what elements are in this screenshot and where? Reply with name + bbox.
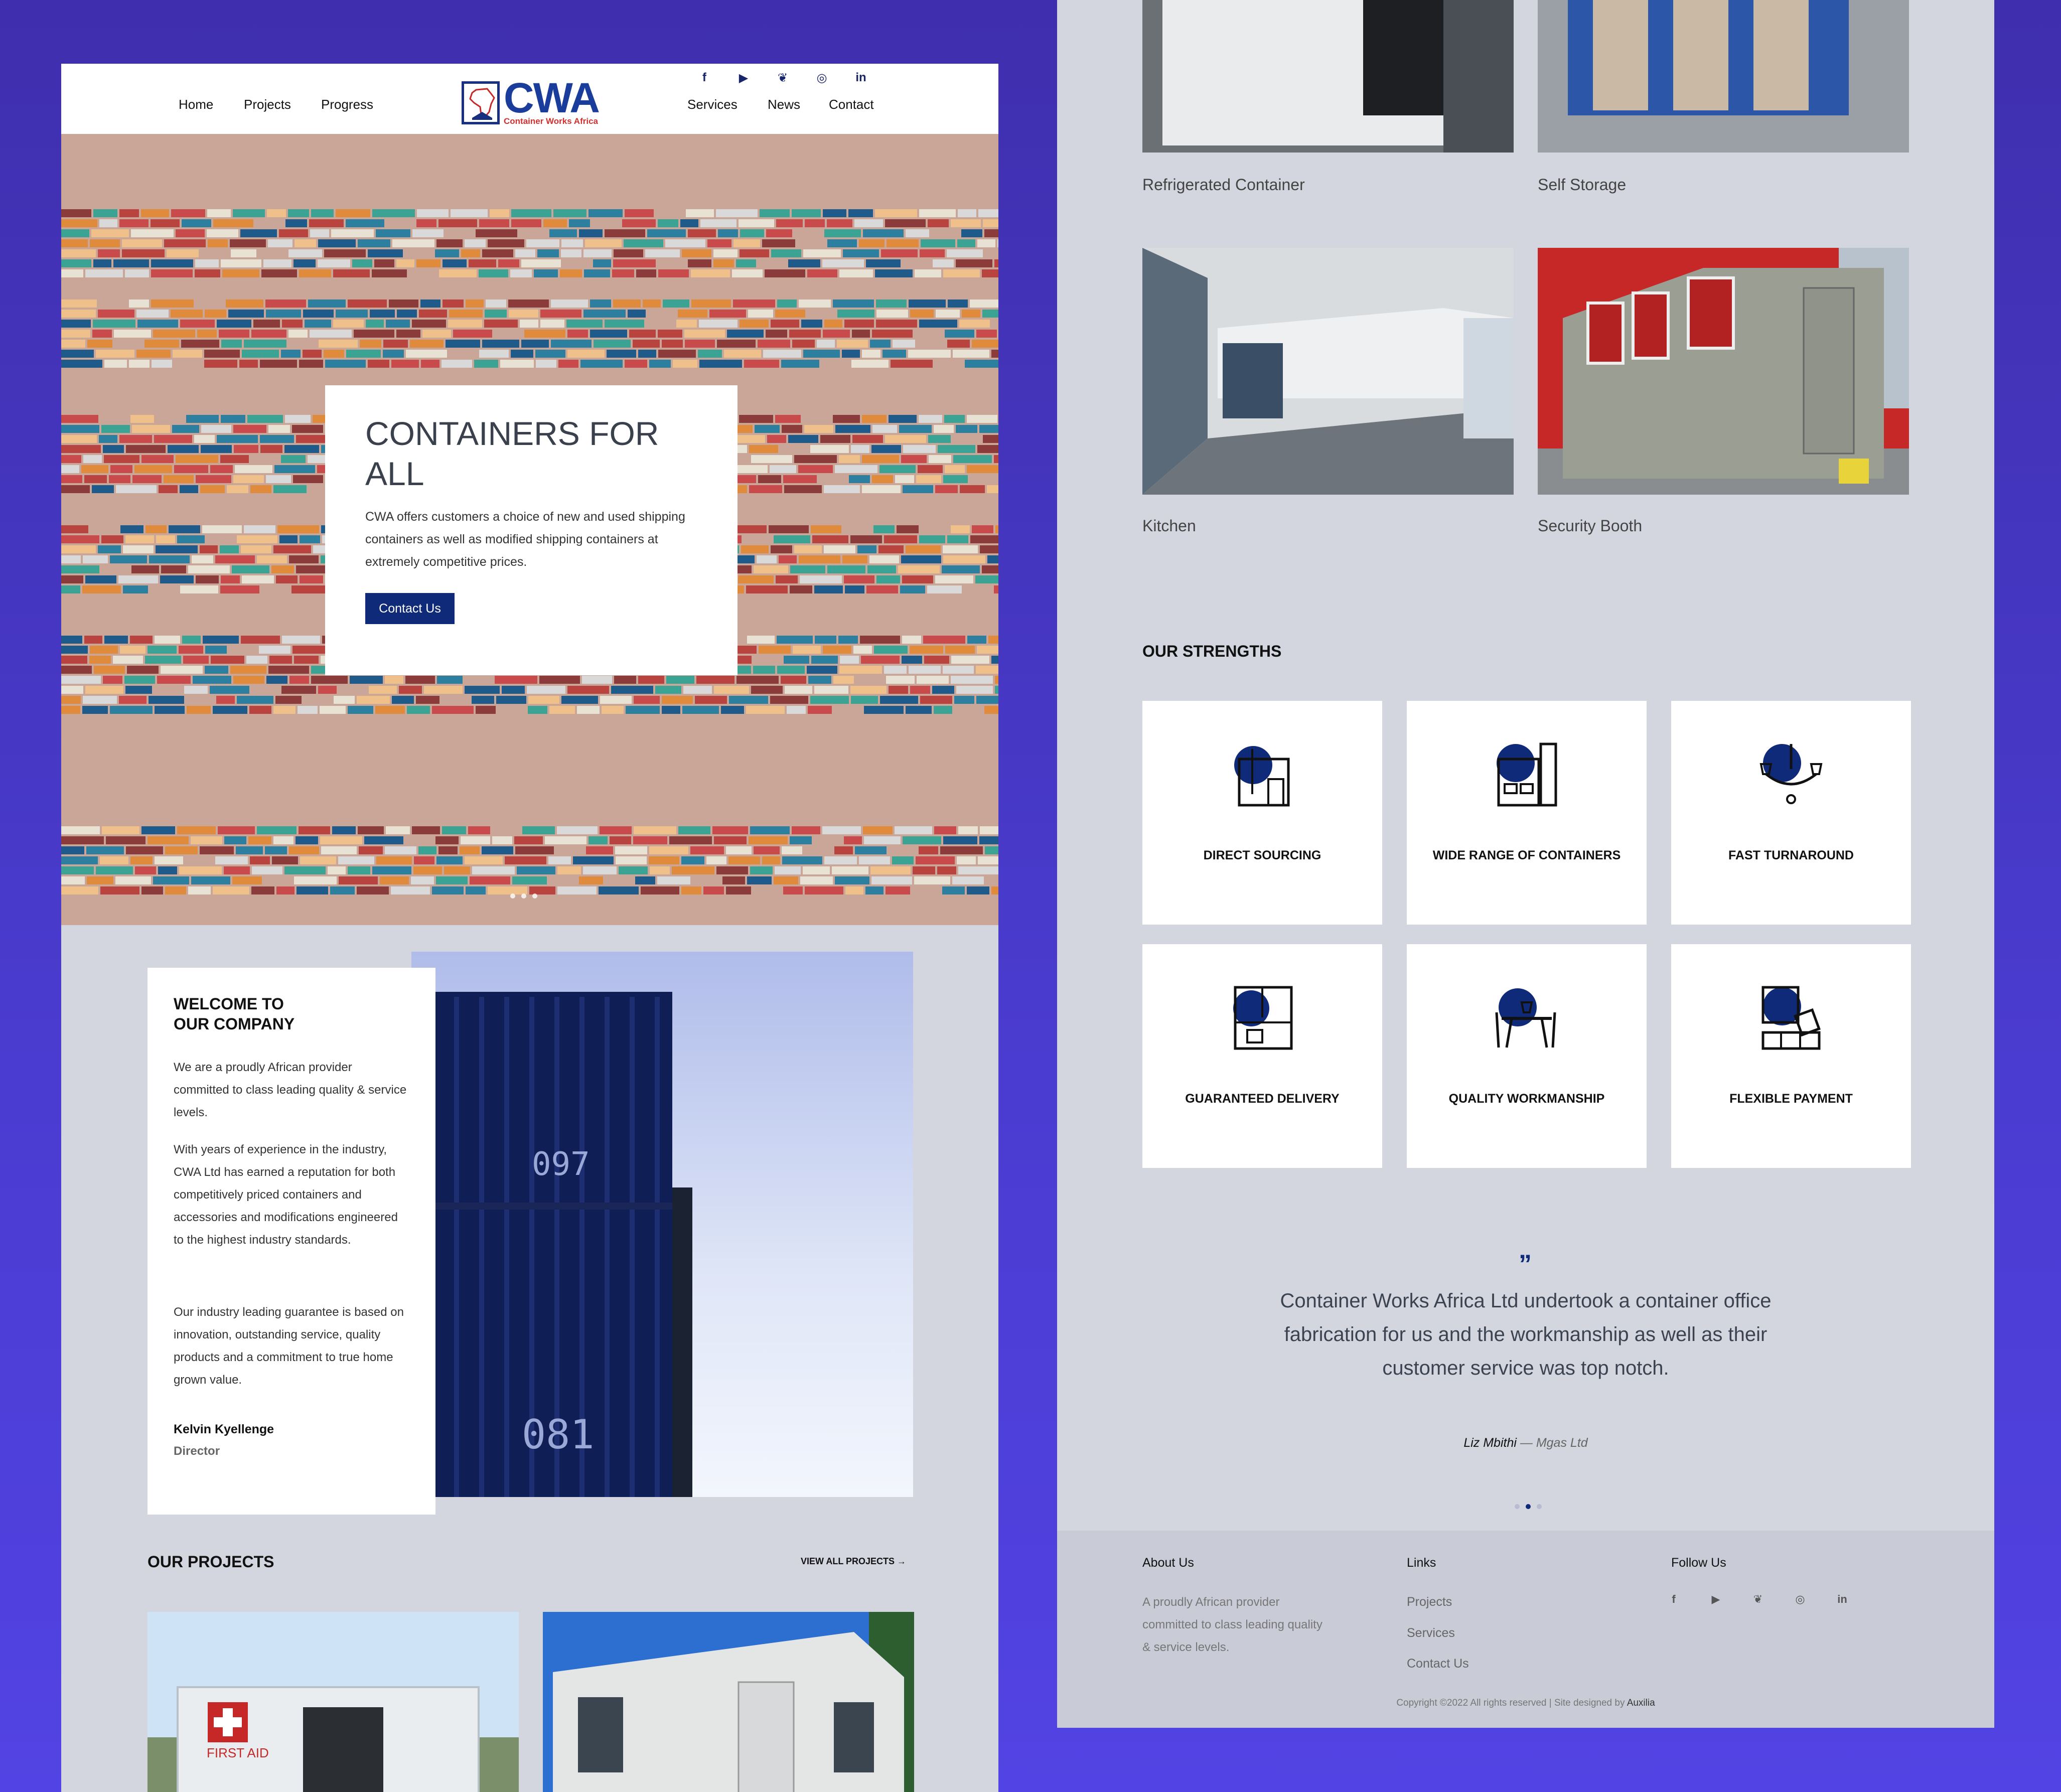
strengths-heading: OUR STRENGTHS (1142, 642, 1282, 660)
strength-guaranteed-delivery: GUARANTEED DELIVERY (1142, 944, 1382, 1168)
cwa-logo[interactable]: CWA Container Works Africa (462, 74, 600, 127)
nav-progress-link[interactable]: Progress (321, 97, 373, 112)
stacked-containers-image: 097 081 (411, 952, 913, 1497)
welcome-paragraph-2: With years of experience in the industry… (174, 1143, 398, 1247)
quote-icon: ” (1519, 1250, 1532, 1279)
nav-news-link[interactable]: News (768, 97, 800, 112)
first-aid-sign: FIRST AID (207, 1745, 269, 1760)
wardrobe-icon (1497, 742, 1557, 807)
strength-label: WIDE RANGE OF CONTAINERS (1432, 848, 1621, 862)
homepage-top-panel: Home Projects Progress f ▶ ❦ ◎ in CWA Co… (61, 64, 998, 1792)
strength-label: FAST TURNAROUND (1728, 848, 1854, 862)
footer-about-heading: About Us (1142, 1556, 1194, 1570)
facebook-icon[interactable]: f (694, 71, 714, 85)
container-code-upper: 097 (532, 1146, 590, 1183)
self-storage-image[interactable] (1538, 0, 1909, 153)
youtube-icon[interactable]: ▶ (1708, 1593, 1723, 1606)
nav-home-link[interactable]: Home (179, 97, 213, 112)
welcome-paragraph-1: We are a proudly African provider commit… (174, 1061, 407, 1119)
dining-table-icon (1495, 988, 1556, 1048)
nav-contact-link[interactable]: Contact (829, 97, 874, 112)
strength-label: FLEXIBLE PAYMENT (1729, 1092, 1853, 1106)
container-code-lower: 081 (522, 1411, 595, 1458)
footer-social-links: f ▶ ❦ ◎ in (1666, 1593, 1850, 1606)
strength-label: GUARANTEED DELIVERY (1185, 1092, 1340, 1106)
linkedin-icon[interactable]: in (851, 71, 871, 85)
hero-text: CWA offers customers a choice of new and… (365, 510, 685, 569)
twitter-icon[interactable]: ❦ (1750, 1593, 1765, 1606)
designer-link[interactable]: Auxilia (1627, 1698, 1655, 1708)
copyright-text: Copyright ©2022 All rights reserved | Si… (1396, 1698, 1655, 1708)
strength-label: DIRECT SOURCING (1203, 848, 1321, 862)
director-role: Director (174, 1444, 220, 1458)
nav-services-link[interactable]: Services (687, 97, 738, 112)
contact-us-button[interactable]: Contact Us (365, 593, 455, 624)
testimonial-quote: Container Works Africa Ltd undertook a c… (1280, 1290, 1772, 1379)
self-storage-caption[interactable]: Self Storage (1538, 176, 1626, 194)
chandelier-icon (1759, 744, 1823, 804)
footer-about-text: A proudly African provider committed to … (1142, 1595, 1322, 1654)
instagram-icon[interactable]: ◎ (1793, 1593, 1808, 1606)
project-first-aid-image[interactable]: FIRST AID (148, 1612, 519, 1792)
boxes-icon (1761, 986, 1821, 1050)
hero-card: CONTAINERS FOR ALL CWA offers customers … (325, 385, 738, 675)
social-links-top: f ▶ ❦ ◎ in (694, 68, 871, 88)
testimonial-slider-dots[interactable] (1515, 1504, 1542, 1509)
instagram-icon[interactable]: ◎ (812, 71, 832, 85)
view-all-projects-link[interactable]: VIEW ALL PROJECTS → (801, 1556, 906, 1567)
hero-banner: CONTAINERS FOR ALL CWA offers customers … (61, 134, 998, 925)
logo-wordmark: CWA (504, 74, 600, 121)
linkedin-icon[interactable]: in (1835, 1593, 1850, 1606)
footer-follow-heading: Follow Us (1671, 1556, 1726, 1570)
project-office-container-image[interactable] (543, 1612, 914, 1792)
footer-links-heading: Links (1407, 1556, 1436, 1570)
slider-dots[interactable] (510, 893, 537, 899)
footer-link-services[interactable]: Services (1407, 1626, 1455, 1640)
homepage-bottom-panel: Refrigerated Container Self Storage Kitc… (1057, 0, 1994, 1728)
logo-subtitle: Container Works Africa (504, 116, 598, 126)
navbar: Home Projects Progress f ▶ ❦ ◎ in CWA Co… (61, 64, 998, 134)
strength-quality-workmanship: QUALITY WORKMANSHIP (1407, 944, 1647, 1168)
strength-fast-turnaround: FAST TURNAROUND (1671, 701, 1911, 925)
director-name: Kelvin Kyellenge (174, 1422, 274, 1436)
welcome-title: WELCOME TO OUR COMPANY (174, 995, 295, 1033)
welcome-card: WELCOME TO OUR COMPANY We are a proudly … (148, 968, 435, 1515)
strength-label: QUALITY WORKMANSHIP (1448, 1092, 1605, 1106)
testimonial-author: Liz Mbithi — Mgas Ltd (1463, 1436, 1588, 1450)
kitchen-caption[interactable]: Kitchen (1142, 517, 1196, 535)
strength-direct-sourcing: DIRECT SOURCING (1142, 701, 1382, 925)
kitchen-image[interactable] (1142, 248, 1514, 495)
footer-link-contact[interactable]: Contact Us (1407, 1657, 1469, 1671)
refrigerated-container-image[interactable] (1142, 0, 1514, 153)
facebook-icon[interactable]: f (1666, 1593, 1681, 1606)
security-booth-caption[interactable]: Security Booth (1538, 517, 1642, 535)
projects-heading: OUR PROJECTS (148, 1553, 274, 1571)
welcome-paragraph-3: Our industry leading guarantee is based … (174, 1305, 404, 1387)
door-room-icon (1234, 746, 1290, 807)
youtube-icon[interactable]: ▶ (733, 71, 754, 85)
nav-projects-link[interactable]: Projects (244, 97, 291, 112)
strength-wide-range: WIDE RANGE OF CONTAINERS (1407, 701, 1647, 925)
strength-flexible-payment: FLEXIBLE PAYMENT (1671, 944, 1911, 1168)
floorplan-icon (1233, 986, 1293, 1050)
twitter-icon[interactable]: ❦ (773, 71, 793, 85)
refrigerated-container-caption[interactable]: Refrigerated Container (1142, 176, 1305, 194)
hero-title: CONTAINERS FOR ALL (365, 415, 659, 492)
footer-link-projects[interactable]: Projects (1407, 1595, 1452, 1609)
security-booth-image[interactable] (1538, 248, 1909, 495)
africa-map-icon (462, 81, 500, 124)
